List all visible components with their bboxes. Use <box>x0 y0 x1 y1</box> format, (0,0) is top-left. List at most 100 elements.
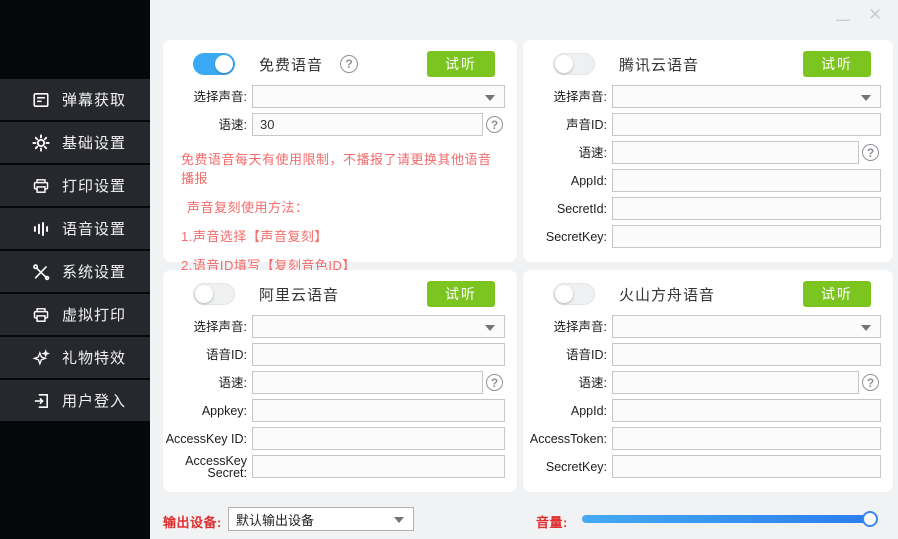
close-button[interactable]: ✕ <box>868 6 882 23</box>
field-row: AccessKey ID: <box>163 427 505 450</box>
field-label: 语音ID: <box>163 349 247 361</box>
panel-header: 免费语音 ? 试听 <box>163 40 517 80</box>
ali-appkey-input[interactable] <box>252 399 505 422</box>
gear-icon <box>32 134 50 152</box>
free-voice-toggle[interactable] <box>193 53 235 75</box>
tencent-secretid-input[interactable] <box>612 197 881 220</box>
ali-voice-select[interactable] <box>252 315 505 338</box>
volcano-voice-toggle[interactable] <box>553 283 595 305</box>
sparkle-icon <box>32 349 50 367</box>
sidebar-item-user-login[interactable]: 用户登入 <box>0 380 150 421</box>
panel-header: 腾讯云语音 试听 <box>523 40 893 80</box>
field-row: 选择声音: <box>523 315 881 338</box>
field-row: AppId: <box>523 169 881 192</box>
field-label: 选择声音: <box>163 321 247 333</box>
field-row: 选择声音: <box>163 85 505 108</box>
field-row: 选择声音: <box>523 85 881 108</box>
ali-voice-listen-button[interactable]: 试听 <box>427 281 495 307</box>
tencent-speed-input[interactable] <box>612 141 859 164</box>
volume-label: 音量: <box>536 512 568 531</box>
output-device-label: 输出设备: <box>163 512 222 531</box>
tencent-voice-listen-button[interactable]: 试听 <box>803 51 871 77</box>
field-label: SecretId: <box>523 203 607 215</box>
sidebar-item-label: 打印设置 <box>62 175 126 196</box>
panel-ali-voice: 阿里云语音 试听 选择声音: 语音ID: 语速: ? Appkey: Acces… <box>163 270 517 492</box>
field-row: 语音ID: <box>523 343 881 366</box>
sidebar-item-voice-settings[interactable]: 语音设置 <box>0 208 150 249</box>
ali-accesskey-id-input[interactable] <box>252 427 505 450</box>
chevron-down-icon <box>394 517 404 523</box>
field-row: AppId: <box>523 399 881 422</box>
sidebar-item-danmu[interactable]: 弹幕获取 <box>0 79 150 120</box>
tencent-voice-select[interactable] <box>612 85 881 108</box>
ali-speed-input[interactable] <box>252 371 483 394</box>
toggle-knob <box>555 55 573 73</box>
toggle-knob <box>195 285 213 303</box>
help-icon[interactable]: ? <box>340 55 358 73</box>
tools-icon <box>32 263 50 281</box>
field-label: SecretKey: <box>523 461 607 473</box>
chevron-down-icon <box>861 95 871 101</box>
sidebar-item-label: 语音设置 <box>62 218 126 239</box>
panel-header: 阿里云语音 试听 <box>163 270 517 310</box>
help-icon[interactable]: ? <box>862 374 879 391</box>
field-row: 语速: ? <box>523 141 881 164</box>
field-label: AccessKey ID: <box>163 433 247 445</box>
volcano-appid-input[interactable] <box>612 399 881 422</box>
ali-voice-id-input[interactable] <box>252 343 505 366</box>
panel-title: 免费语音 <box>259 54 323 75</box>
ali-accesskey-secret-input[interactable] <box>252 455 505 478</box>
sidebar-item-print-settings[interactable]: 打印设置 <box>0 165 150 206</box>
sidebar-menu: 弹幕获取 基础设置 打印设置 语音设置 系统设置 <box>0 79 150 421</box>
volcano-speed-input[interactable] <box>612 371 859 394</box>
sidebar-item-virtual-print[interactable]: 虚拟打印 <box>0 294 150 335</box>
ali-voice-toggle[interactable] <box>193 283 235 305</box>
field-label: 选择声音: <box>523 321 607 333</box>
field-label: 声音ID: <box>523 119 607 131</box>
free-voice-select[interactable] <box>252 85 505 108</box>
volcano-voice-select[interactable] <box>612 315 881 338</box>
field-label: AccessToken: <box>523 433 607 445</box>
volcano-secretkey-input[interactable] <box>612 455 881 478</box>
tencent-voice-id-input[interactable] <box>612 113 881 136</box>
sidebar-item-basic-settings[interactable]: 基础设置 <box>0 122 150 163</box>
volume-slider[interactable] <box>582 515 875 523</box>
field-row: 语音ID: <box>163 343 505 366</box>
volume-slider-thumb[interactable] <box>862 511 878 527</box>
volcano-voice-listen-button[interactable]: 试听 <box>803 281 871 307</box>
sidebar-item-label: 系统设置 <box>62 261 126 282</box>
sidebar-item-system-settings[interactable]: 系统设置 <box>0 251 150 292</box>
printer-icon <box>32 177 50 195</box>
toggle-knob <box>215 55 233 73</box>
tencent-secretkey-input[interactable] <box>612 225 881 248</box>
panel-free-voice: 免费语音 ? 试听 选择声音: 语速: ? 免费语音每天有使用限制，不播报了请更… <box>163 40 517 262</box>
field-label: SecretKey: <box>523 231 607 243</box>
field-label: 语速: <box>523 147 607 159</box>
field-label: 语音ID: <box>523 349 607 361</box>
help-icon[interactable]: ? <box>862 144 879 161</box>
minimize-button[interactable]: — <box>836 12 850 26</box>
help-icon[interactable]: ? <box>486 374 503 391</box>
tencent-voice-toggle[interactable] <box>553 53 595 75</box>
field-row: SecretId: <box>523 197 881 220</box>
panel-title: 火山方舟语音 <box>619 284 715 305</box>
field-label: 语速: <box>523 377 607 389</box>
volcano-accesstoken-input[interactable] <box>612 427 881 450</box>
tencent-appid-input[interactable] <box>612 169 881 192</box>
field-row: 语速: ? <box>163 371 505 394</box>
sidebar-item-label: 礼物特效 <box>62 347 126 368</box>
free-voice-listen-button[interactable]: 试听 <box>427 51 495 77</box>
danmu-icon <box>32 91 50 109</box>
chevron-down-icon <box>485 325 495 331</box>
login-icon <box>32 392 50 410</box>
free-voice-notes: 免费语音每天有使用限制，不播报了请更换其他语音播报 声音复刻使用方法： 1.声音… <box>163 141 517 274</box>
output-device-select[interactable]: 默认输出设备 <box>228 507 414 531</box>
sidebar-item-gift-effects[interactable]: 礼物特效 <box>0 337 150 378</box>
panel-tencent-voice: 腾讯云语音 试听 选择声音: 声音ID: 语速: ? AppId: Secret… <box>523 40 893 262</box>
volcano-voice-id-input[interactable] <box>612 343 881 366</box>
voice-icon <box>32 220 50 238</box>
free-voice-speed-input[interactable] <box>252 113 483 136</box>
toggle-knob <box>555 285 573 303</box>
help-icon[interactable]: ? <box>486 116 503 133</box>
sidebar-item-label: 用户登入 <box>62 390 126 411</box>
